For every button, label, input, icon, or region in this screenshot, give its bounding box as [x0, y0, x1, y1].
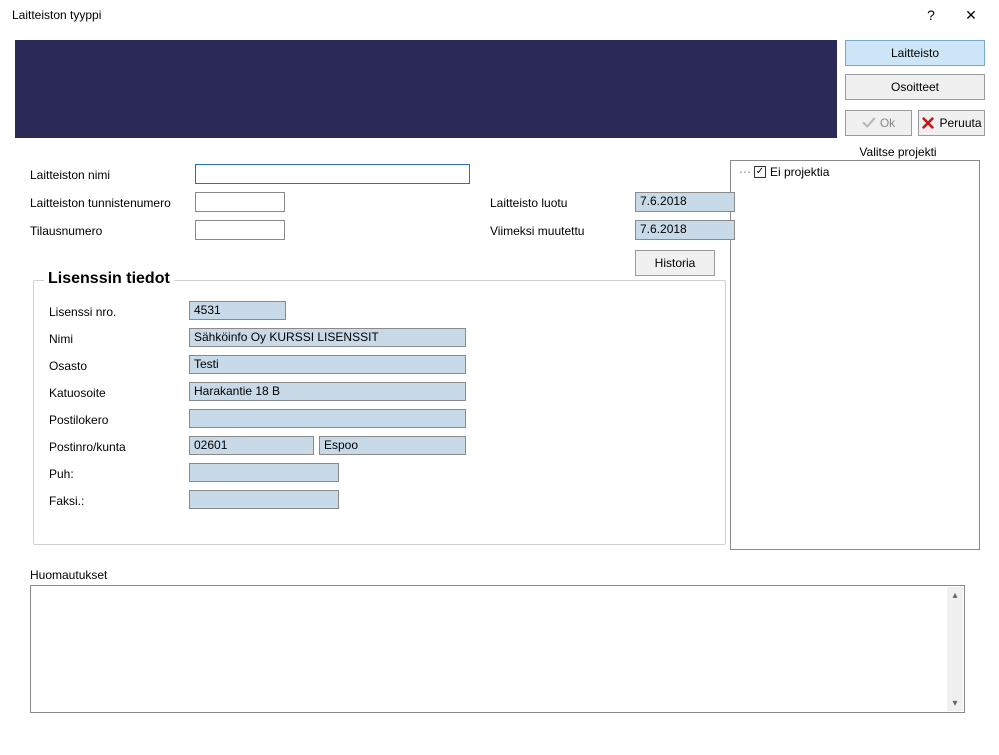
ok-label: Ok	[880, 116, 895, 130]
header-banner	[15, 40, 837, 138]
label-puh: Puh:	[49, 467, 74, 481]
label-tunnistenumero: Laitteiston tunnistenumero	[30, 196, 171, 210]
help-button[interactable]: ?	[911, 0, 951, 30]
label-faksi: Faksi.:	[49, 494, 84, 508]
fieldset-legend: Lisenssin tiedot	[44, 270, 174, 288]
label-luotu: Laitteisto luotu	[490, 196, 567, 210]
top-band: Laitteisto Osoitteet Ok Peruuta	[15, 40, 985, 138]
window-title: Laitteiston tyyppi	[8, 8, 911, 22]
label-lisenssi-nimi: Nimi	[49, 332, 73, 346]
project-checkbox[interactable]: ✓	[754, 166, 766, 178]
ok-button[interactable]: Ok	[845, 110, 912, 136]
value-lisenssi-nimi: Sähköinfo Oy KURSSI LISENSSIT	[189, 328, 466, 347]
input-tilausnumero[interactable]	[195, 220, 285, 240]
value-puh	[189, 463, 339, 482]
project-label: Valitse projekti	[818, 145, 978, 159]
input-tunnistenumero[interactable]	[195, 192, 285, 212]
label-osasto: Osasto	[49, 359, 87, 373]
fieldset-lisenssi: Lisenssin tiedot Lisenssi nro. 4531 Nimi…	[33, 280, 726, 545]
project-tree[interactable]: ⋯ ✓ Ei projektia	[730, 160, 980, 550]
label-laitteiston-nimi: Laitteiston nimi	[30, 168, 110, 182]
value-kunta: Espoo	[319, 436, 466, 455]
input-laitteiston-nimi[interactable]	[195, 164, 470, 184]
project-tree-item[interactable]: ⋯ ✓ Ei projektia	[739, 165, 971, 179]
cancel-button[interactable]: Peruuta	[918, 110, 985, 136]
value-postilokero	[189, 409, 466, 428]
tree-dots-icon: ⋯	[739, 165, 750, 179]
label-katuosoite: Katuosoite	[49, 386, 106, 400]
value-postinro: 02601	[189, 436, 314, 455]
scrollbar[interactable]: ▴ ▾	[947, 587, 963, 711]
value-muutettu: 7.6.2018	[635, 220, 735, 240]
label-postinro-kunta: Postinro/kunta	[49, 440, 126, 454]
scroll-up-icon[interactable]: ▴	[947, 587, 963, 603]
project-tree-item-label: Ei projektia	[770, 165, 829, 179]
label-postilokero: Postilokero	[49, 413, 108, 427]
tab-buttons: Laitteisto Osoitteet	[845, 40, 985, 108]
cancel-label: Peruuta	[939, 116, 981, 130]
label-tilausnumero: Tilausnumero	[30, 224, 102, 238]
value-katuosoite: Harakantie 18 B	[189, 382, 466, 401]
cancel-icon	[921, 116, 935, 130]
tab-laitteisto[interactable]: Laitteisto	[845, 40, 985, 66]
check-icon	[862, 116, 876, 130]
textarea-huomautukset[interactable]: ▴ ▾	[30, 585, 965, 713]
close-button[interactable]: ✕	[951, 0, 991, 30]
value-lisenssi-nro: 4531	[189, 301, 286, 320]
titlebar: Laitteiston tyyppi ? ✕	[0, 0, 999, 30]
value-luotu: 7.6.2018	[635, 192, 735, 212]
scroll-down-icon[interactable]: ▾	[947, 695, 963, 711]
ok-cancel-group: Ok Peruuta	[845, 110, 985, 136]
tab-osoitteet[interactable]: Osoitteet	[845, 74, 985, 100]
value-faksi	[189, 490, 339, 509]
label-muutettu: Viimeksi muutettu	[490, 224, 584, 238]
historia-button[interactable]: Historia	[635, 250, 715, 276]
label-huomautukset: Huomautukset	[30, 568, 107, 582]
label-lisenssi-nro: Lisenssi nro.	[49, 305, 116, 319]
value-osasto: Testi	[189, 355, 466, 374]
